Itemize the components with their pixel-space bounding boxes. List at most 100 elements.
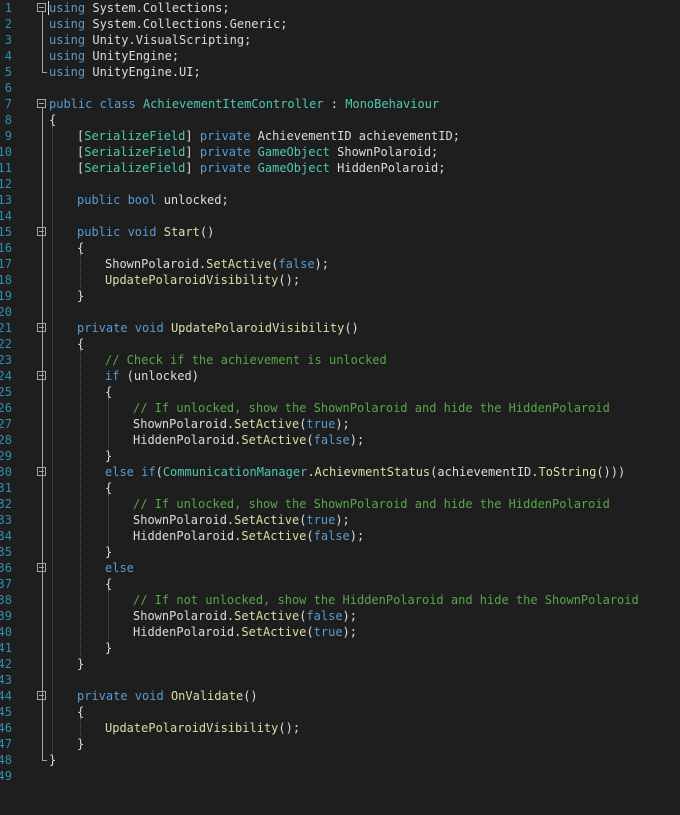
code-token: private <box>199 129 251 143</box>
code-token: } <box>77 289 85 303</box>
line-number: 31 <box>0 481 12 495</box>
code-line[interactable]: 44 private void OnValidate() <box>0 688 680 704</box>
code-line[interactable]: 5 using UnityEngine.UI; <box>0 64 680 80</box>
code-line[interactable]: 42} <box>0 656 680 672</box>
line-number: 19 <box>0 289 12 303</box>
code-token: ToString <box>538 465 597 479</box>
code-line[interactable]: 12 <box>0 176 680 192</box>
code-token: { <box>105 481 113 495</box>
code-line[interactable]: 7 public class AchievementItemController … <box>0 96 680 112</box>
code-text: ShownPolaroid.SetActive(true); <box>133 416 350 432</box>
code-line[interactable]: 24 if (unlocked) <box>0 368 680 384</box>
line-number: 11 <box>0 161 12 175</box>
code-line[interactable]: 28 HiddenPolaroid.SetActive(false); <box>0 432 680 448</box>
code-line[interactable]: 13 public bool unlocked; <box>0 192 680 208</box>
code-line[interactable]: 33 ShownPolaroid.SetActive(true); <box>0 512 680 528</box>
code-text: public bool unlocked; <box>77 192 229 208</box>
code-token: SetActive <box>234 513 300 527</box>
code-token: public void <box>77 225 157 239</box>
code-line[interactable]: 26 // If unlocked, show the ShownPolaroid… <box>0 400 680 416</box>
line-number: 16 <box>0 241 12 255</box>
code-line[interactable]: 31 { <box>0 480 680 496</box>
code-line[interactable]: 18 UpdatePolaroidVisibility(); <box>0 272 680 288</box>
code-line[interactable]: 21 private void UpdatePolaroidVisibility(… <box>0 320 680 336</box>
code-line[interactable]: 6 <box>0 80 680 96</box>
code-line[interactable]: 29} <box>0 448 680 464</box>
code-line[interactable]: 15 public void Start() <box>0 224 680 240</box>
code-line[interactable]: 23 // Check if the achievement is unlocke… <box>0 352 680 368</box>
code-line[interactable]: 1 using System.Collections; <box>0 0 680 16</box>
code-line[interactable]: 39 ShownPolaroid.SetActive(false); <box>0 608 680 624</box>
line-number: 45 <box>0 705 12 719</box>
line-number: 32 <box>0 497 12 511</box>
code-line[interactable]: 27 ShownPolaroid.SetActive(true); <box>0 416 680 432</box>
line-number: 48 <box>0 753 12 767</box>
code-token: (unlocked) <box>119 369 199 383</box>
code-text: } <box>105 640 112 656</box>
code-text: UpdatePolaroidVisibility(); <box>105 272 300 288</box>
code-text: [SerializeField] private GameObject Show… <box>77 144 438 160</box>
line-number: 13 <box>0 193 12 207</box>
code-line[interactable]: 36 else <box>0 560 680 576</box>
code-line[interactable]: 25 { <box>0 384 680 400</box>
code-line[interactable]: 41} <box>0 640 680 656</box>
code-line[interactable]: 16 { <box>0 240 680 256</box>
code-token: ); <box>349 433 365 447</box>
code-token: ] <box>185 145 200 159</box>
line-number: 49 <box>0 769 12 783</box>
code-line[interactable]: 8{ <box>0 112 680 128</box>
code-text: } <box>49 752 56 768</box>
code-token: private <box>199 161 251 175</box>
indent-guide <box>80 350 81 658</box>
code-token: } <box>105 449 113 463</box>
code-line[interactable]: 11 [SerializeField] private GameObject Hi… <box>0 160 680 176</box>
code-text: private void OnValidate() <box>77 688 258 704</box>
code-line[interactable]: 49 <box>0 768 680 784</box>
code-line[interactable]: 3 using Unity.VisualScripting; <box>0 32 680 48</box>
code-line[interactable]: 48} <box>0 752 680 768</box>
code-token: AchievmentStatus <box>314 465 431 479</box>
line-number: 4 <box>4 49 12 63</box>
code-token: public class <box>49 97 136 111</box>
code-line[interactable]: 40 HiddenPolaroid.SetActive(true); <box>0 624 680 640</box>
code-line[interactable]: 30 else if(CommunicationManager.Achievmen… <box>0 464 680 480</box>
code-token: unlocked; <box>156 193 229 207</box>
code-line[interactable]: 46 UpdatePolaroidVisibility(); <box>0 720 680 736</box>
code-line[interactable]: 4 using UnityEngine; <box>0 48 680 64</box>
code-token: HiddenPolaroid; <box>329 161 446 175</box>
code-line[interactable]: 2 using System.Collections.Generic; <box>0 16 680 32</box>
code-token: ShownPolaroid. <box>133 417 235 431</box>
collapse-icon[interactable] <box>37 99 46 108</box>
code-text: UpdatePolaroidVisibility(); <box>105 720 300 736</box>
code-token: } <box>105 641 113 655</box>
code-token: ShownPolaroid. <box>133 513 235 527</box>
code-line[interactable]: 45 { <box>0 704 680 720</box>
code-text: // If unlocked, show the ShownPolaroid a… <box>133 400 610 416</box>
code-line[interactable]: 14 <box>0 208 680 224</box>
code-line[interactable]: 9 [SerializeField] private AchievementID … <box>0 128 680 144</box>
code-line[interactable]: 34 HiddenPolaroid.SetActive(false); <box>0 528 680 544</box>
code-line[interactable]: 32 // If unlocked, show the ShownPolaroid… <box>0 496 680 512</box>
collapse-icon[interactable] <box>37 3 46 12</box>
code-line[interactable]: 19} <box>0 288 680 304</box>
code-line[interactable]: 35} <box>0 544 680 560</box>
code-token: { <box>105 385 113 399</box>
code-editor[interactable]: 1 using System.Collections; 2 using System.… <box>0 0 680 815</box>
code-line[interactable]: 22 { <box>0 336 680 352</box>
line-number: 17 <box>0 257 12 271</box>
code-line[interactable]: 37 { <box>0 576 680 592</box>
code-line[interactable]: 38 // If not unlocked, show the HiddenPol… <box>0 592 680 608</box>
code-token: } <box>77 657 85 671</box>
code-line[interactable]: 20 <box>0 304 680 320</box>
code-token: false <box>313 433 350 447</box>
code-line[interactable]: 43 <box>0 672 680 688</box>
code-line[interactable]: 47} <box>0 736 680 752</box>
code-line[interactable]: 10 [SerializeField] private GameObject Sh… <box>0 144 680 160</box>
code-token: SetActive <box>234 417 300 431</box>
code-token: ] <box>185 161 200 175</box>
code-line[interactable]: 17 ShownPolaroid.SetActive(false); <box>0 256 680 272</box>
code-text: HiddenPolaroid.SetActive(true); <box>133 624 357 640</box>
